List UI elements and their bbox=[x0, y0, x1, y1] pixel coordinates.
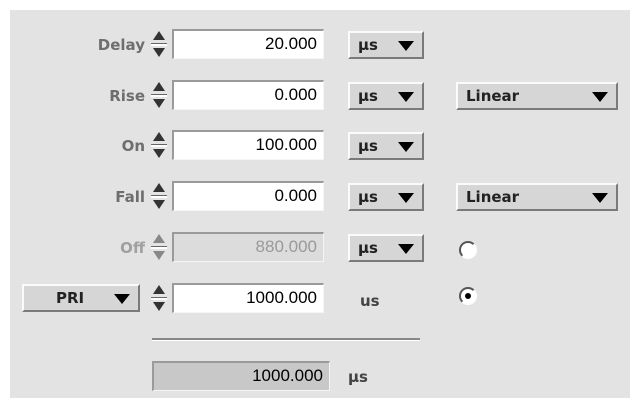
pri-unit-label: us bbox=[360, 292, 380, 310]
total-unit-label: µs bbox=[348, 368, 368, 386]
off-unit-label: µs bbox=[358, 239, 378, 257]
delay-spinner-icon[interactable] bbox=[148, 26, 170, 62]
triangle-down-icon bbox=[592, 193, 608, 203]
pri-field[interactable]: 1000.000 bbox=[172, 283, 324, 313]
triangle-down-icon bbox=[114, 294, 130, 304]
rise-shape-dropdown[interactable]: Linear bbox=[456, 82, 618, 110]
delay-field[interactable]: 20.000 bbox=[172, 29, 324, 59]
triangle-down-icon bbox=[398, 92, 414, 102]
rise-field[interactable]: 0.000 bbox=[172, 80, 324, 110]
on-spinner-icon[interactable] bbox=[148, 127, 170, 163]
separator-line bbox=[152, 338, 420, 341]
rise-shape-label: Linear bbox=[466, 87, 520, 105]
on-unit-label: µs bbox=[358, 137, 378, 155]
fall-shape-label: Linear bbox=[466, 188, 520, 206]
triangle-down-icon bbox=[398, 193, 414, 203]
fall-spinner-icon[interactable] bbox=[148, 178, 170, 214]
pri-mode-dropdown[interactable]: PRI bbox=[22, 284, 140, 312]
fall-shape-dropdown[interactable]: Linear bbox=[456, 183, 618, 211]
off-spinner-icon bbox=[148, 229, 170, 265]
delay-unit-label: µs bbox=[358, 36, 378, 54]
on-unit-dropdown[interactable]: µs bbox=[348, 132, 424, 160]
off-label: Off bbox=[120, 239, 145, 257]
rise-label: Rise bbox=[109, 87, 145, 105]
pri-mode-label: PRI bbox=[56, 289, 85, 307]
fall-unit-label: µs bbox=[358, 188, 378, 206]
off-unit-dropdown[interactable]: µs bbox=[348, 234, 424, 262]
triangle-down-icon bbox=[592, 92, 608, 102]
pri-radio-icon[interactable] bbox=[459, 287, 477, 305]
rise-unit-label: µs bbox=[358, 87, 378, 105]
fall-field[interactable]: 0.000 bbox=[172, 181, 324, 211]
off-radio-icon[interactable] bbox=[459, 241, 477, 259]
off-field: 880.000 bbox=[172, 232, 324, 262]
fall-unit-dropdown[interactable]: µs bbox=[348, 183, 424, 211]
triangle-down-icon bbox=[398, 142, 414, 152]
on-label: On bbox=[121, 137, 145, 155]
delay-label: Delay bbox=[97, 36, 145, 54]
on-field[interactable]: 100.000 bbox=[172, 130, 324, 160]
pri-spinner-icon[interactable] bbox=[148, 280, 170, 316]
delay-unit-dropdown[interactable]: µs bbox=[348, 31, 424, 59]
total-readout: 1000.000 bbox=[152, 361, 330, 391]
triangle-down-icon bbox=[398, 244, 414, 254]
rise-spinner-icon[interactable] bbox=[148, 77, 170, 113]
fall-label: Fall bbox=[115, 188, 145, 206]
triangle-down-icon bbox=[398, 41, 414, 51]
radio-selected-dot bbox=[465, 293, 471, 299]
rise-unit-dropdown[interactable]: µs bbox=[348, 82, 424, 110]
